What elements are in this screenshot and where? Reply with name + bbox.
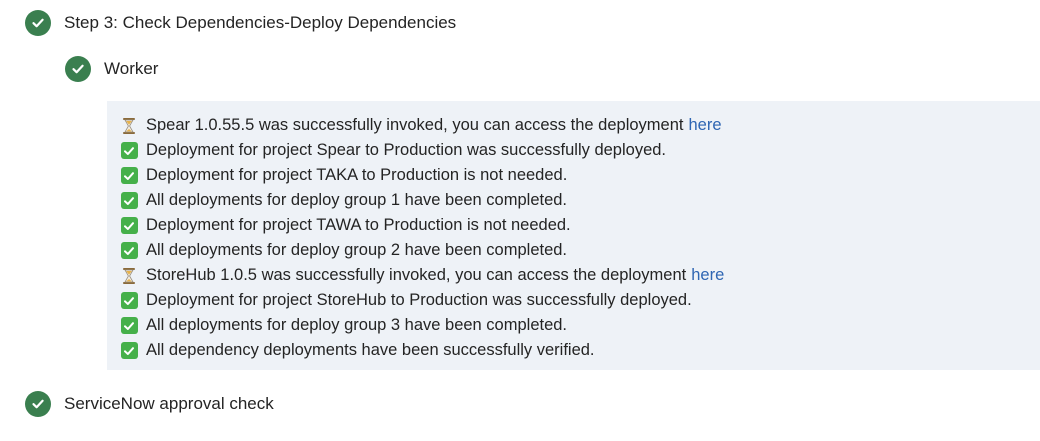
log-line: Deployment for project Spear to Producti…: [120, 138, 724, 163]
log-line: Deployment for project TAKA to Productio…: [120, 163, 724, 188]
deployment-log-panel: Spear 1.0.55.5 was successfully invoked,…: [107, 101, 1040, 370]
step-label: ServiceNow approval check: [64, 394, 274, 413]
step-label: Worker: [104, 59, 159, 78]
deployment-log-list: Spear 1.0.55.5 was successfully invoked,…: [120, 113, 724, 363]
log-line: Deployment for project StoreHub to Produ…: [120, 288, 724, 313]
check-box-icon: [120, 217, 138, 235]
check-circle-icon: [65, 56, 91, 82]
log-line-text: Deployment for project StoreHub to Produ…: [146, 291, 692, 309]
step-row-step3: Step 3: Check Dependencies-Deploy Depend…: [25, 10, 456, 36]
log-line-text: Deployment for project TAKA to Productio…: [146, 166, 568, 184]
log-line-text: StoreHub 1.0.5 was successfully invoked,…: [146, 266, 687, 284]
log-line: StoreHub 1.0.5 was successfully invoked,…: [120, 263, 724, 288]
log-line-text: All deployments for deploy group 3 have …: [146, 316, 568, 334]
check-box-icon: [120, 142, 138, 160]
deployment-link[interactable]: here: [691, 266, 724, 285]
check-circle-icon: [25, 10, 51, 36]
step-label: Step 3: Check Dependencies-Deploy Depend…: [64, 13, 457, 32]
log-line: Spear 1.0.55.5 was successfully invoked,…: [120, 113, 724, 138]
log-line-text: All deployments for deploy group 1 have …: [146, 191, 568, 209]
log-line-text: Deployment for project Spear to Producti…: [146, 141, 667, 159]
deployment-link[interactable]: here: [688, 116, 721, 135]
hourglass-icon: [120, 267, 138, 285]
log-line: Deployment for project TAWA to Productio…: [120, 213, 724, 238]
check-box-icon: [120, 192, 138, 210]
step-row-worker: Worker: [65, 56, 158, 82]
step-row-servicenow: ServiceNow approval check: [25, 391, 274, 417]
log-line-text: All dependency deployments have been suc…: [146, 341, 595, 359]
check-box-icon: [120, 292, 138, 310]
log-line: All dependency deployments have been suc…: [120, 338, 724, 363]
hourglass-icon: [120, 117, 138, 135]
check-box-icon: [120, 242, 138, 260]
check-box-icon: [120, 317, 138, 335]
check-circle-icon: [25, 391, 51, 417]
check-box-icon: [120, 342, 138, 360]
check-box-icon: [120, 167, 138, 185]
log-line-text: All deployments for deploy group 2 have …: [146, 241, 568, 259]
log-line-text: Deployment for project TAWA to Productio…: [146, 216, 571, 234]
log-line-text: Spear 1.0.55.5 was successfully invoked,…: [146, 116, 684, 134]
log-line: All deployments for deploy group 2 have …: [120, 238, 724, 263]
log-line: All deployments for deploy group 1 have …: [120, 188, 724, 213]
log-line: All deployments for deploy group 3 have …: [120, 313, 724, 338]
